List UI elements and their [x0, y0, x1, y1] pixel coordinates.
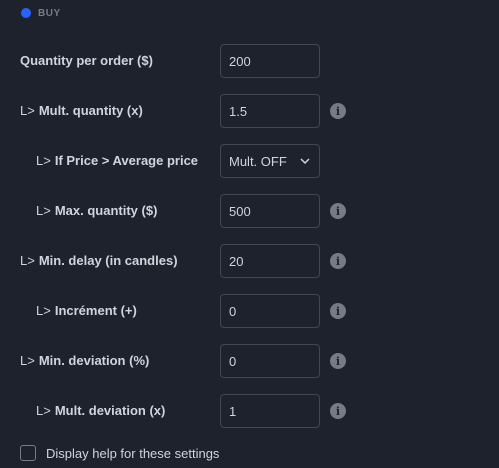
- info-icon[interactable]: i: [330, 303, 346, 319]
- section-label: BUY: [38, 7, 61, 19]
- max-quantity-label: L> Max. quantity ($): [36, 194, 157, 228]
- info-icon[interactable]: i: [330, 353, 346, 369]
- mult-deviation-input[interactable]: [220, 394, 320, 428]
- info-icon[interactable]: i: [330, 203, 346, 219]
- help-toggle-row[interactable]: Display help for these settings: [20, 443, 219, 463]
- sub-arrow-icon: L>: [36, 203, 51, 218]
- min-delay-label: L> Min. delay (in candles): [20, 244, 178, 278]
- row-max-quantity: L>Max. quantity ($) i: [0, 194, 499, 228]
- row-min-deviation: L>Min. deviation (%) i: [0, 344, 499, 378]
- section-header: BUY: [21, 7, 61, 19]
- help-checkbox-label[interactable]: Display help for these settings: [46, 446, 219, 461]
- sub-arrow-icon: L>: [36, 403, 51, 418]
- chevron-down-icon: [300, 158, 310, 165]
- row-mult-deviation: L>Mult. deviation (x) i: [0, 394, 499, 428]
- row-min-delay: L>Min. delay (in candles) i: [0, 244, 499, 278]
- info-icon[interactable]: i: [330, 103, 346, 119]
- row-quantity-per-order: Quantity per order ($): [0, 44, 499, 78]
- blue-dot-icon: [21, 8, 31, 18]
- help-checkbox[interactable]: [20, 445, 36, 461]
- info-icon[interactable]: i: [330, 253, 346, 269]
- sub-arrow-icon: L>: [20, 353, 35, 368]
- sub-arrow-icon: L>: [20, 253, 35, 268]
- row-if-price-average: L> If Price > Average price Mult. OFF: [0, 144, 499, 178]
- max-quantity-input[interactable]: [220, 194, 320, 228]
- row-increment: L>Incrément (+) i: [0, 294, 499, 328]
- sub-arrow-icon: L>: [36, 153, 51, 168]
- min-deviation-input[interactable]: [220, 344, 320, 378]
- mult-deviation-label: L> Mult. deviation (x): [36, 394, 165, 428]
- increment-label: L> Incrément (+): [36, 294, 137, 328]
- info-icon[interactable]: i: [330, 403, 346, 419]
- settings-panel: BUY Quantity per order ($) L>Mult. quant…: [0, 0, 499, 468]
- increment-input[interactable]: [220, 294, 320, 328]
- min-delay-input[interactable]: [220, 244, 320, 278]
- row-mult-quantity: L>Mult. quantity (x) i: [0, 94, 499, 128]
- quantity-per-order-label: Quantity per order ($): [20, 53, 153, 68]
- mult-quantity-input[interactable]: [220, 94, 320, 128]
- sub-arrow-icon: L>: [36, 303, 51, 318]
- mult-quantity-label: L> Mult. quantity (x): [20, 94, 143, 128]
- if-price-average-select[interactable]: Mult. OFF: [220, 144, 320, 178]
- if-price-average-label: L> If Price > Average price: [36, 144, 198, 178]
- sub-arrow-icon: L>: [20, 103, 35, 118]
- min-deviation-label: L> Min. deviation (%): [20, 344, 149, 378]
- quantity-per-order-input[interactable]: [220, 44, 320, 78]
- select-value: Mult. OFF: [229, 153, 287, 169]
